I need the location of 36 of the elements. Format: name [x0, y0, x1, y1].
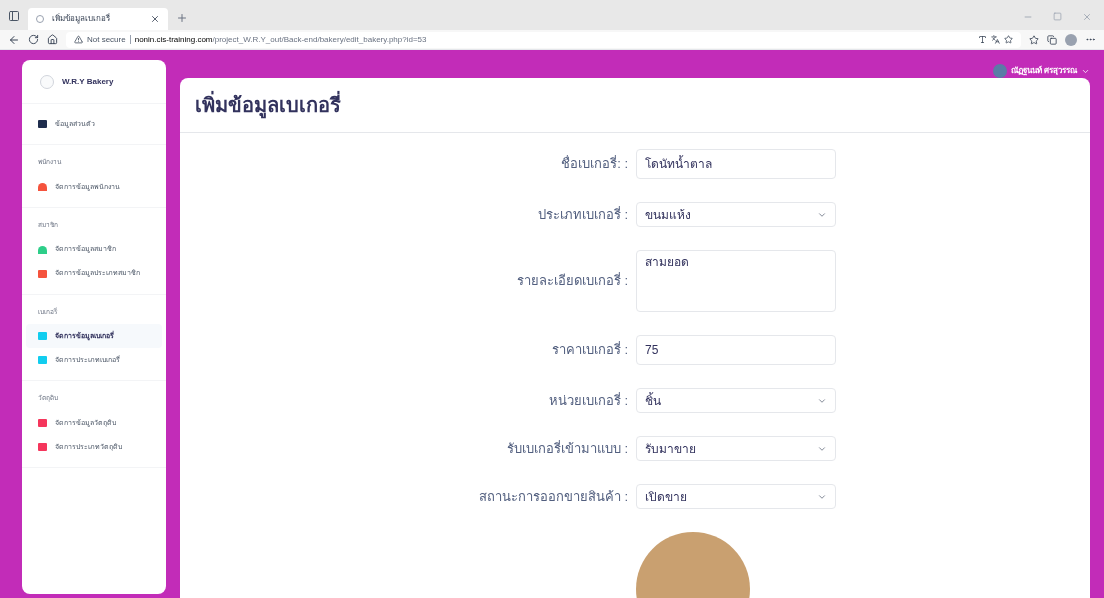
new-tab-icon[interactable] — [176, 12, 188, 24]
browser-tab[interactable]: เพิ่มข้อมูลเบเกอรี่ — [28, 8, 168, 30]
collections-icon[interactable] — [1047, 34, 1057, 45]
tab-title: เพิ่มข้อมูลเบเกอรี่ — [52, 13, 111, 25]
address-bar[interactable]: Not secure nonin.cis-training.com/project_W.R.Y_out/Back-end/bakery/edit_bakery.php?id=53 — [66, 31, 1021, 48]
reload-icon[interactable] — [28, 34, 39, 45]
dropdown[interactable]: รับมาขาย — [636, 436, 836, 461]
home-icon[interactable] — [47, 34, 58, 45]
tab-panel-icon[interactable] — [8, 10, 20, 22]
user-menu[interactable]: ณัฏฐนนท์ ศรสุวรรณ — [992, 64, 1090, 78]
translate-icon[interactable] — [991, 35, 1000, 44]
field-label: รับเบเกอรี่เข้ามาแบบ : — [505, 439, 628, 458]
dropdown[interactable]: ขนมแห้ง — [636, 202, 836, 227]
input-field[interactable]: โดนัทน้ำตาล — [636, 149, 836, 179]
favorites-icon[interactable] — [1029, 34, 1039, 45]
field-label: หน่วยเบเกอรี่ : — [547, 391, 628, 410]
page-title: เพิ่มข้อมูลเบเกอรี่ — [195, 90, 341, 120]
dropdown[interactable]: เปิดขาย — [636, 484, 836, 509]
field-label: ประเภทเบเกอรี่ : — [536, 205, 628, 224]
logo-icon — [40, 74, 54, 89]
back-icon[interactable] — [8, 33, 20, 46]
url-text: nonin.cis-training.com/project_W.R.Y_out/Back-end/bakery/edit_bakery.php?id=53 — [134, 33, 427, 46]
brand-name: W.R.Y Bakery — [62, 75, 114, 88]
input-field[interactable]: 75 — [636, 335, 836, 365]
close-icon[interactable] — [150, 14, 160, 24]
field-label: สถานะการออกขายสินค้า : — [477, 487, 628, 506]
field-label: ชื่อเบเกอรี่: : — [560, 154, 628, 174]
dropdown[interactable]: ชิ้น — [636, 388, 836, 413]
warning-icon — [74, 35, 83, 44]
avatar — [992, 64, 1007, 78]
read-aloud-icon[interactable] — [978, 35, 987, 44]
favorite-icon[interactable] — [1004, 35, 1013, 44]
field-label: รายละเอียดเบเกอรี่ : — [515, 271, 628, 291]
text-area[interactable]: สามยอด — [636, 250, 836, 312]
security-label: Not secure — [87, 33, 126, 46]
field-label: ราคาเบเกอรี่ : — [550, 340, 628, 360]
